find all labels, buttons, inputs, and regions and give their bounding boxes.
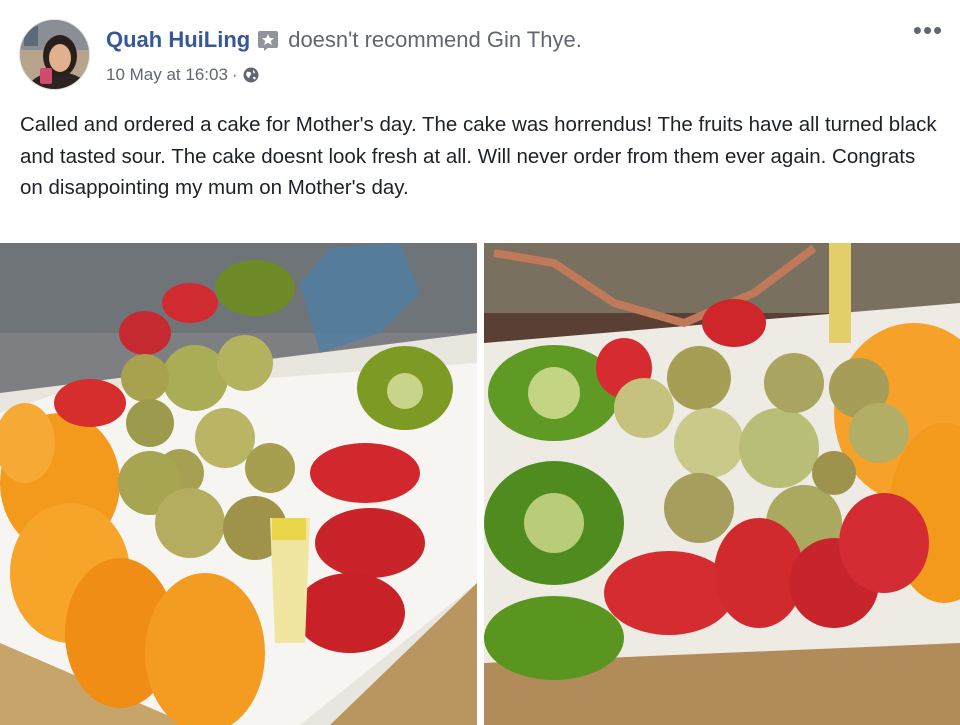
post-text: Called and ordered a cake for Mother's d… [20,113,937,199]
cake-photo-left[interactable] [0,243,477,725]
review-badge-icon [256,28,280,52]
post-header: Quah HuiLing doesn't recommend Gin Thye. [106,24,582,56]
meta-separator: · [231,65,238,84]
globe-icon[interactable] [242,66,260,84]
post-meta: 10 May at 16:03 · [106,62,260,88]
post-timestamp[interactable]: 10 May at 16:03 [106,65,228,85]
author-name[interactable]: Quah HuiLing [106,27,250,53]
more-options-icon[interactable]: ••• [908,17,948,46]
review-action-text: doesn't recommend Gin Thye. [288,27,582,52]
avatar[interactable] [19,19,90,90]
post-card: Quah HuiLing doesn't recommend Gin Thye.… [0,0,960,725]
cake-photo-right[interactable] [484,243,960,725]
